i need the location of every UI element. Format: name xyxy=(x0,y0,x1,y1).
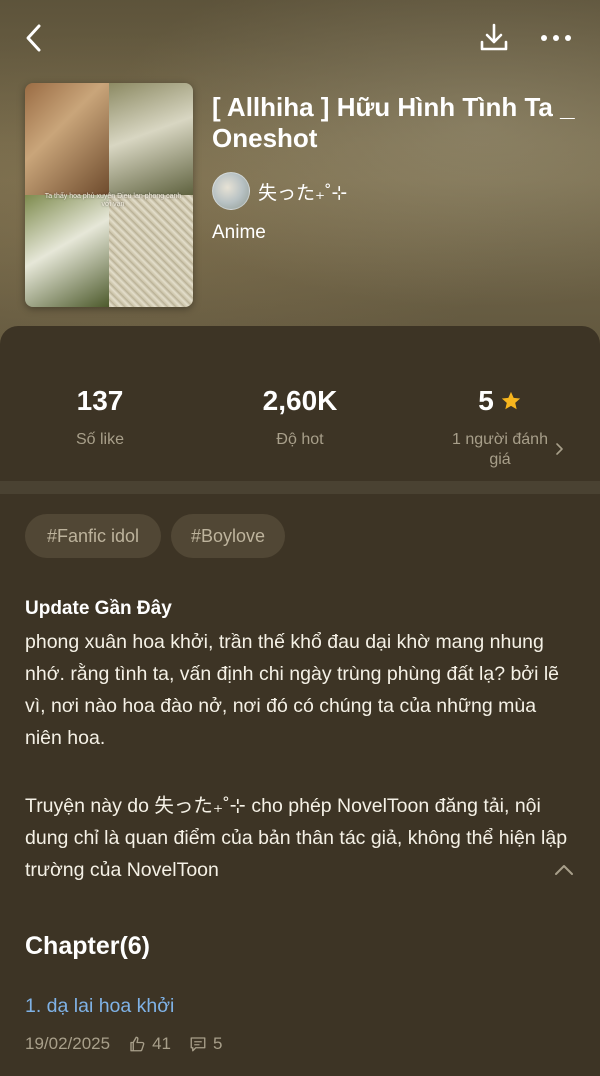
stat-likes: 137 Số like xyxy=(0,384,200,450)
section-divider xyxy=(0,481,600,494)
chapter-meta: 19/02/2025 41 5 xyxy=(25,1034,222,1054)
download-button[interactable] xyxy=(474,20,514,56)
download-icon xyxy=(480,23,508,51)
hot-count: 2,60K xyxy=(262,385,338,416)
rating-label: 1 người đánh giá xyxy=(452,431,548,468)
stat-rating[interactable]: 5 1 người đánh giá xyxy=(400,384,600,470)
cover-image-part xyxy=(109,195,193,307)
thumb-up-icon xyxy=(130,1036,145,1052)
chapter-date: 19/02/2025 xyxy=(25,1034,111,1053)
hot-label: Độ hot xyxy=(276,431,324,448)
more-button[interactable] xyxy=(536,20,576,56)
star-icon xyxy=(501,391,520,410)
cover-caption: Ta thấy hoa phủ xuyên Dieu lan phong can… xyxy=(44,193,182,208)
cover-image-part xyxy=(25,83,109,195)
author-name: 失った₊˚⊹ xyxy=(258,182,348,204)
cover-image-part xyxy=(109,83,193,195)
chapter-section-heading: Chapter(6) xyxy=(25,932,151,960)
genre-label[interactable]: Anime xyxy=(212,222,266,244)
back-button[interactable] xyxy=(16,20,52,56)
likes-count: 137 xyxy=(76,385,124,416)
chapter-link[interactable]: 1. dạ lai hoa khởi xyxy=(25,995,174,1018)
likes-label: Số like xyxy=(75,431,125,448)
copyright-notice: Truyện này do 失った₊˚⊹ cho phép NovelToon … xyxy=(25,795,568,881)
chevron-right-icon xyxy=(556,443,563,455)
more-dots-icon xyxy=(541,35,571,41)
stats-row: 137 Số like 2,60K Độ hot 5 1 người đánh … xyxy=(0,326,600,481)
rating-value: 5 xyxy=(478,385,494,416)
book-title: [ Allhiha ] Hữu Hình Tình Ta _ Oneshot xyxy=(212,92,575,153)
chapter-comments: 5 xyxy=(213,1034,223,1053)
description-heading: Update Gần Đây xyxy=(25,598,172,619)
author-link[interactable]: 失った₊˚⊹ xyxy=(212,172,347,210)
chapter-likes: 41 xyxy=(152,1034,172,1053)
author-avatar xyxy=(212,172,250,210)
back-arrow-icon xyxy=(26,24,41,52)
cover-image-part xyxy=(25,195,109,307)
tag-chip[interactable]: #Fanfic idol xyxy=(25,514,161,558)
stat-hot: 2,60K Độ hot xyxy=(200,384,400,450)
comment-icon xyxy=(190,1037,206,1052)
chevron-up-icon[interactable] xyxy=(552,860,576,880)
book-cover[interactable]: Ta thấy hoa phủ xuyên Dieu lan phong can… xyxy=(25,83,193,307)
tag-chip[interactable]: #Boylove xyxy=(171,514,285,558)
description-text: phong xuân hoa khởi, trần thế khổ đau dạ… xyxy=(25,631,560,749)
